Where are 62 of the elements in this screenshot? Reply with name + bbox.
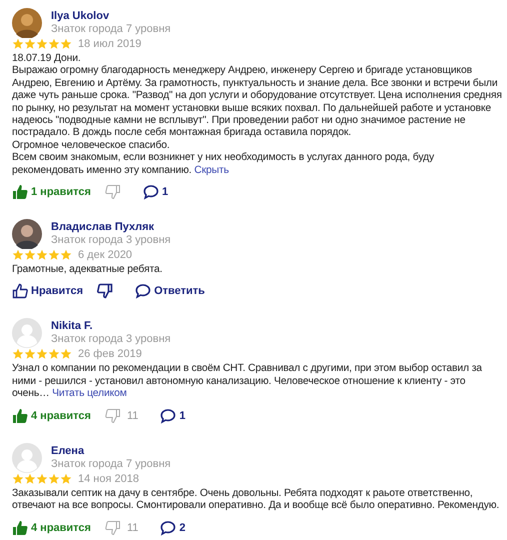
comment-button[interactable]: 2 xyxy=(160,520,186,536)
like-button[interactable]: 1 нравится xyxy=(12,184,91,200)
thumbs-down-icon xyxy=(104,408,121,424)
star-icon xyxy=(12,249,24,262)
thumbs-down-icon xyxy=(97,283,114,300)
star-icon xyxy=(24,249,36,262)
dislike-button[interactable] xyxy=(97,283,114,300)
comment-button[interactable]: Ответить xyxy=(135,283,205,300)
like-button[interactable]: Нравится xyxy=(12,283,84,300)
thumbs-down-icon xyxy=(104,520,121,536)
star-icon xyxy=(48,249,60,262)
thumbs-down-icon xyxy=(104,184,121,200)
thumbs-up-icon xyxy=(12,283,28,300)
review-date: 26 фев 2019 xyxy=(78,348,142,360)
review-text: 18.07.19 Дони. xyxy=(12,53,82,66)
review-text: Заказывали септик на дачу в сентябре. Очень довольны. Ребята подходят к раьоте ответственно, отвечают на все вопросы. Смонтировали оперативно. Да и вообще всё было оперативно. Рекомендую. xyxy=(12,488,500,512)
reviewer-level: Знаток города 7 уровня xyxy=(51,458,171,471)
reviewer-name[interactable]: Владислав Пухляк xyxy=(51,221,171,234)
review-text: Огромное человеческое спасибо. xyxy=(12,140,171,152)
thumbs-up-icon xyxy=(12,408,28,424)
star-icon xyxy=(24,38,36,50)
reviewer-level: Знаток города 3 уровня xyxy=(51,333,171,346)
comment-icon xyxy=(135,283,152,300)
comment-icon xyxy=(142,184,159,200)
expand-link[interactable]: Читать целиком xyxy=(52,388,127,400)
star-icon xyxy=(48,348,60,360)
star-icon xyxy=(60,249,72,262)
reviewer-level: Знаток города 3 уровня xyxy=(51,234,171,248)
thumbs-up-icon xyxy=(12,184,28,200)
star-icon xyxy=(48,38,60,50)
star-icon xyxy=(12,472,24,485)
review-date: 18 июл 2019 xyxy=(78,38,142,50)
comment-button[interactable]: 1 xyxy=(142,184,168,200)
comment-button[interactable]: 1 xyxy=(160,408,186,424)
comment-icon xyxy=(160,408,176,424)
like-button[interactable]: 4 нравится xyxy=(12,408,91,424)
star-icon xyxy=(60,348,72,360)
star-icon xyxy=(36,348,48,360)
star-icon xyxy=(60,472,72,485)
star-icon xyxy=(36,38,48,50)
like-button[interactable]: 4 нравится xyxy=(12,520,91,536)
star-icon xyxy=(48,472,60,485)
thumbs-up-icon xyxy=(12,520,28,536)
star-icon xyxy=(36,249,48,262)
star-icon xyxy=(60,38,72,50)
star-icon xyxy=(24,472,36,485)
star-icon xyxy=(36,472,48,485)
review-text: Выражаю огромну благодарность менеджеру Андрею, инженеру Сергею и бригаде установщиков Андрею, Евгению и Артёму. За грамотность, пунктуальность и знание дела. Все звонки и встречи были даже чуть раньше срока. "Развод" на доп услуги и оборудование отсутствует. Цена исполнения средняя по рынку, но результат на момент установки выше всяких похвал. По дальнейшей работе и установке надеюсь "подводные камни не всплывут". При проведении работ ни одно значимое растение не пострадало. В дождь после себя монтажная бригада оставила порядок. xyxy=(12,65,503,140)
expand-link[interactable]: Скрыть xyxy=(194,164,229,176)
star-icon xyxy=(12,38,24,50)
reviewer-level: Знаток города 7 уровня xyxy=(51,23,171,36)
review-date: 6 дек 2020 xyxy=(78,249,132,262)
reviewer-name[interactable]: Ilya Ukolov xyxy=(51,10,171,23)
review-text: Всем своим знакомым, если возникнет у них необходимость в услугах данного рода, буду рекомендовать именно эту компанию. Скрыть xyxy=(12,152,436,178)
reviewer-name[interactable]: Елена xyxy=(51,444,171,458)
review-text: Грамотные, адекватные ребята. xyxy=(12,264,164,276)
star-icon xyxy=(24,348,36,360)
review-text: Узнал о компании по рекомендации в своём СНТ. Сравнивал с другими, при этом выбор оставил за ними - решился - установил автономную канализацию. Человеческое отношение к клиенту - это очень… Читать целиком xyxy=(12,363,483,401)
comment-icon xyxy=(160,520,176,536)
reviewer-name[interactable]: Nikita F. xyxy=(51,320,171,334)
star-icon xyxy=(12,348,24,360)
review-date: 14 ноя 2018 xyxy=(78,472,139,485)
